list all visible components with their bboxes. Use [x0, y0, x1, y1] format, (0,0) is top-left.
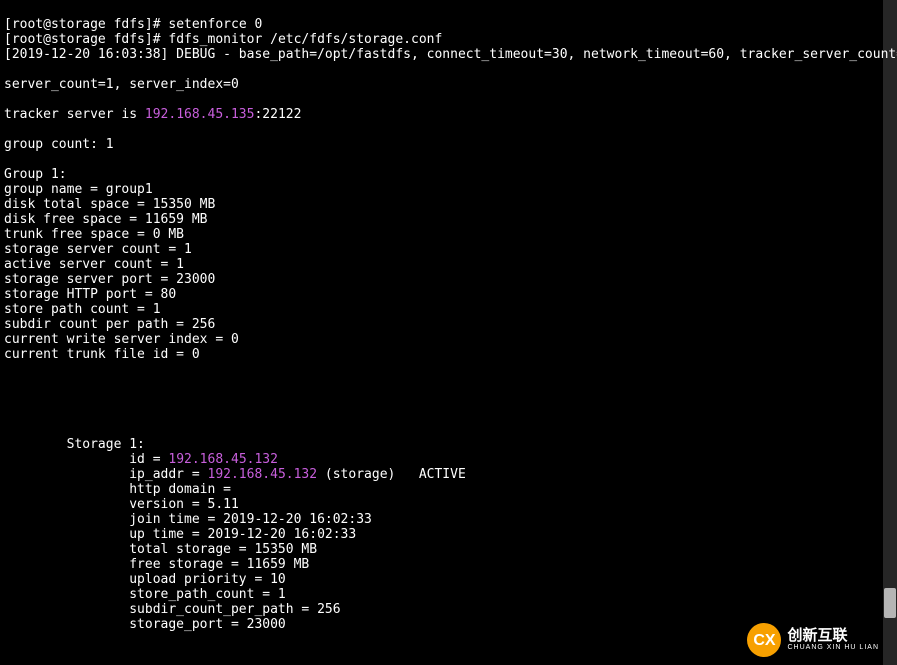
tracker-ip: 192.168.45.135 [145, 107, 255, 122]
storage-subdir-count: subdir_count_per_path = 256 [4, 602, 341, 617]
scrollbar[interactable] [883, 0, 897, 665]
group-count-line: group count: 1 [4, 137, 114, 152]
command: setenforce 0 [168, 17, 262, 32]
storage-port: storage_port = 23000 [4, 617, 286, 632]
disk-free: disk free space = 11659 MB [4, 212, 208, 227]
storage-http-domain: http domain = [4, 482, 239, 497]
blank-line [4, 422, 12, 437]
storage-ip: 192.168.45.132 [208, 467, 318, 482]
blank-line [4, 152, 12, 167]
watermark-badge-icon: CX [747, 623, 781, 657]
storage-version: version = 5.11 [4, 497, 239, 512]
blank-line [4, 377, 12, 392]
server-count-line: server_count=1, server_index=0 [4, 77, 239, 92]
store-path-count: store path count = 1 [4, 302, 161, 317]
blank-line [4, 362, 12, 377]
storage-join-time: join time = 2019-12-20 16:02:33 [4, 512, 372, 527]
storage-header: Storage 1: [4, 437, 145, 452]
group-header: Group 1: [4, 167, 67, 182]
write-server-index: current write server index = 0 [4, 332, 239, 347]
storage-free: free storage = 11659 MB [4, 557, 309, 572]
watermark-text: 创新互联 [787, 628, 879, 644]
watermark: CX 创新互联 CHUANG XIN HU LIAN [747, 623, 879, 657]
command: fdfs_monitor /etc/fdfs/storage.conf [168, 32, 442, 47]
tracker-line: tracker server is 192.168.45.135:22122 [4, 107, 301, 122]
storage-path-count: store_path_count = 1 [4, 587, 286, 602]
disk-total: disk total space = 15350 MB [4, 197, 215, 212]
storage-id-line: id = 192.168.45.132 [4, 452, 278, 467]
blank-line [4, 92, 12, 107]
blank-line [4, 122, 12, 137]
prompt: [root@storage fdfs]# [4, 32, 168, 47]
storage-ipaddr-line: ip_addr = 192.168.45.132 (storage) ACTIV… [4, 467, 466, 482]
storage-upload-priority: upload priority = 10 [4, 572, 286, 587]
subdir-count: subdir count per path = 256 [4, 317, 215, 332]
blank-line [4, 392, 12, 407]
prompt: [root@storage fdfs]# [4, 17, 168, 32]
blank-line [4, 407, 12, 422]
blank-line [4, 62, 12, 77]
scrollbar-thumb[interactable] [884, 588, 896, 618]
storage-server-port: storage server port = 23000 [4, 272, 215, 287]
storage-server-count: storage server count = 1 [4, 242, 192, 257]
storage-total: total storage = 15350 MB [4, 542, 317, 557]
debug-output: [2019-12-20 16:03:38] DEBUG - base_path=… [4, 47, 897, 62]
storage-id-ip: 192.168.45.132 [168, 452, 278, 467]
watermark-subtext: CHUANG XIN HU LIAN [787, 644, 879, 651]
trunk-file-id: current trunk file id = 0 [4, 347, 200, 362]
trunk-free: trunk free space = 0 MB [4, 227, 184, 242]
terminal-window[interactable]: [root@storage fdfs]# setenforce 0 [root@… [0, 0, 897, 665]
group-name: group name = group1 [4, 182, 153, 197]
storage-up-time: up time = 2019-12-20 16:02:33 [4, 527, 356, 542]
active-server-count: active server count = 1 [4, 257, 184, 272]
storage-http-port: storage HTTP port = 80 [4, 287, 176, 302]
